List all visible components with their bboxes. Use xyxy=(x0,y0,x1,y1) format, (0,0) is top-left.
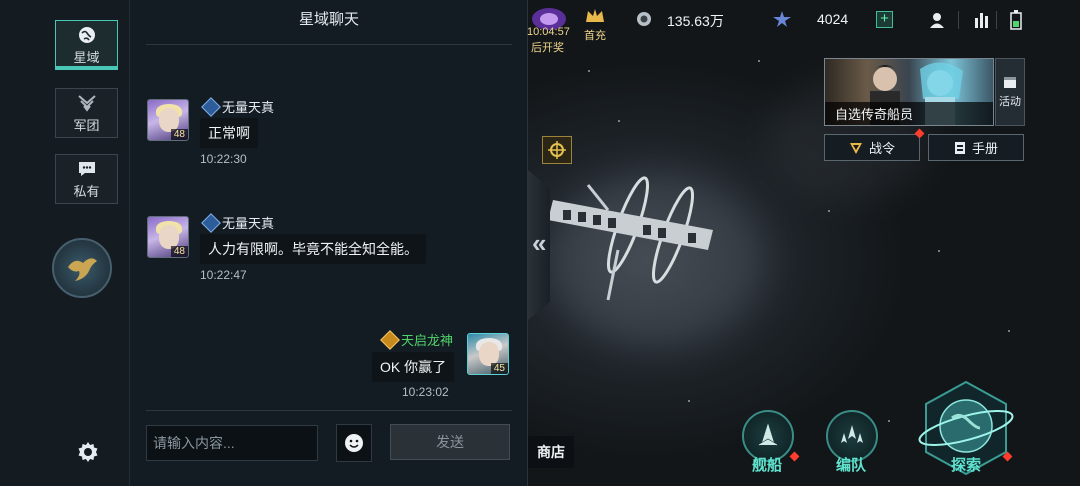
legendary-crew-banner[interactable]: 自选传奇船员 xyxy=(824,58,994,126)
energy-amount: 4024 xyxy=(817,11,849,27)
message-time: 10:22:47 xyxy=(200,268,247,282)
message-time: 10:23:02 xyxy=(402,385,449,399)
rank-icon xyxy=(201,212,221,233)
sender-name-row: 无量天真 xyxy=(201,96,274,117)
level-badge: 48 xyxy=(170,129,188,140)
handbook-label: 手册 xyxy=(971,141,998,156)
crown-icon[interactable] xyxy=(584,6,606,26)
emoji-icon xyxy=(345,434,363,452)
handbook-button[interactable]: 手册 xyxy=(928,134,1024,161)
navigation-button[interactable] xyxy=(542,136,572,164)
battle-order-button[interactable]: 战令 xyxy=(824,134,920,161)
self-avatar[interactable]: 45 xyxy=(467,333,509,375)
message-bubble[interactable]: 人力有限啊。毕竟不能全知全能。 xyxy=(200,234,426,264)
chat-title: 星域聊天 xyxy=(298,11,359,28)
message-icon xyxy=(78,161,95,176)
battery-icon xyxy=(1010,10,1022,30)
ships-label: 舰船 xyxy=(752,457,783,474)
tab-legion[interactable]: 军团 xyxy=(55,88,118,138)
friends-icon[interactable] xyxy=(928,11,946,29)
tab-label: 军团 xyxy=(73,117,100,133)
channel-sidebar: 星域 军团 私有 xyxy=(0,0,130,486)
crew-banner-label: 自选传奇船员 xyxy=(825,102,993,125)
game-screen: 星域 军团 私有 星域聊天 48 无量天真 正常啊 10:22:30 48 无量… xyxy=(0,0,1080,486)
self-name-row: 天启龙神 xyxy=(380,329,453,350)
fleet-icon xyxy=(841,425,863,443)
emoji-button[interactable] xyxy=(336,424,372,462)
divider xyxy=(958,11,959,29)
fleet-label: 编队 xyxy=(836,457,867,474)
rank-icon xyxy=(380,329,400,350)
shop-button[interactable]: 商店 xyxy=(528,436,574,468)
activity-label: 活动 xyxy=(999,96,1021,108)
legion-icon xyxy=(77,94,96,112)
send-button[interactable]: 发送 xyxy=(390,424,510,460)
level-badge: 45 xyxy=(490,363,508,374)
tab-label: 私有 xyxy=(73,183,100,199)
compass-icon xyxy=(548,141,566,159)
globe-icon xyxy=(78,26,95,43)
coin-icon xyxy=(637,12,651,26)
player-emblem-button[interactable] xyxy=(52,238,112,298)
lottery-timer: 10:04:57 xyxy=(527,26,570,38)
ship-icon xyxy=(758,423,778,446)
space-station[interactable] xyxy=(548,170,748,310)
tab-private[interactable]: 私有 xyxy=(55,154,118,204)
sender-avatar[interactable]: 48 xyxy=(147,216,189,258)
message-time: 10:22:30 xyxy=(200,152,247,166)
divider xyxy=(146,410,512,411)
currency-amount: 135.63万 xyxy=(667,13,724,29)
add-energy-button[interactable]: + xyxy=(876,11,893,28)
sender-name[interactable]: 无量天真 xyxy=(222,97,274,116)
divider xyxy=(146,44,512,45)
double-chevron-left-icon[interactable]: « xyxy=(532,228,546,259)
message-bubble[interactable]: OK 你赢了 xyxy=(372,352,455,382)
phoenix-icon xyxy=(68,258,97,281)
level-badge: 48 xyxy=(170,246,188,257)
energy-icon xyxy=(773,11,791,27)
ranking-icon[interactable] xyxy=(974,12,990,28)
chat-panel: 星域聊天 48 无量天真 正常啊 10:22:30 48 无量天真 人力有限啊。… xyxy=(130,0,528,486)
battle-order-label: 战令 xyxy=(868,141,895,156)
first-charge-label[interactable]: 首充 xyxy=(584,27,606,43)
sender-name[interactable]: 无量天真 xyxy=(222,213,274,232)
explore-label: 探索 xyxy=(951,457,982,474)
rank-icon xyxy=(201,96,221,117)
tab-label: 星域 xyxy=(73,49,100,65)
chat-input[interactable]: 请输入内容... xyxy=(146,425,318,461)
sender-name-row: 无量天真 xyxy=(201,212,274,233)
sender-avatar[interactable]: 48 xyxy=(147,99,189,141)
lottery-timer-label: 后开奖 xyxy=(531,42,564,54)
handbook-icon xyxy=(954,141,965,154)
battle-order-icon xyxy=(849,142,862,154)
message-bubble[interactable]: 正常啊 xyxy=(200,118,258,148)
calendar-icon xyxy=(1004,77,1016,88)
settings-gear-icon[interactable] xyxy=(76,440,100,464)
tab-star-domain[interactable]: 星域 xyxy=(55,20,118,70)
self-name[interactable]: 天启龙神 xyxy=(401,330,453,349)
activity-button[interactable]: 活动 xyxy=(995,58,1025,126)
divider xyxy=(996,11,997,29)
